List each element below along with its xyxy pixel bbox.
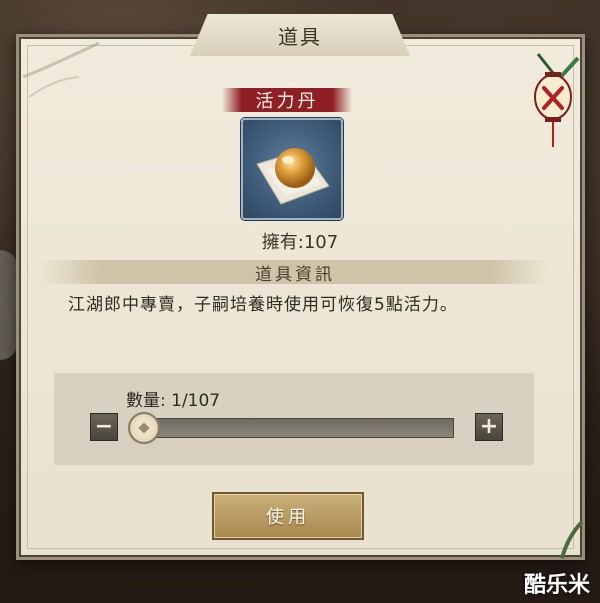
quantity-label: 數量: 1/107 [126,391,221,411]
quantity-slider-track[interactable] [138,418,454,438]
info-header-bar: 道具資訊 [40,260,550,285]
pill-icon [256,148,330,205]
increase-button[interactable]: + [475,413,503,441]
use-button-label: 使用 [266,507,310,528]
bamboo-leaf-icon [22,41,100,98]
minus-icon: − [94,414,114,439]
info-header: 道具資訊 [255,264,335,285]
plus-icon: + [479,414,499,439]
item-slot [241,118,343,220]
watermark: 酷乐米 [523,573,590,598]
use-button[interactable]: 使用 [212,492,364,540]
item-name: 活力丹 [255,91,319,112]
owned-count: 擁有:107 [261,232,339,253]
decrease-button[interactable]: − [90,413,118,441]
dialog-title: 道具 [278,24,322,49]
quantity-slider-handle[interactable] [128,412,160,444]
item-description: 江湖郎中專賣，子嗣培養時使用可恢復5點活力。 [68,295,458,315]
lantern-close-icon[interactable] [528,52,588,152]
dialog-title-tab: 道具 [190,14,410,56]
item-name-banner: 活力丹 [222,88,352,112]
slider-handle-icon [138,422,150,434]
leaf-decoration-icon [560,520,584,559]
